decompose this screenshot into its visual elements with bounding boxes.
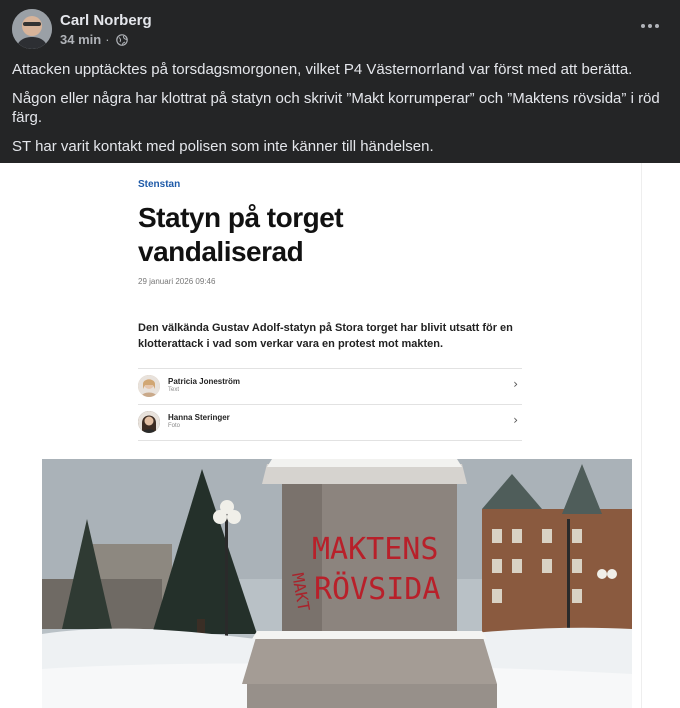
- globe-icon: [115, 33, 128, 46]
- chevron-right-icon: ›: [513, 413, 518, 427]
- headline-line: Statyn på torget: [138, 202, 344, 233]
- article-date: 29 januari 2026 09:46: [138, 277, 216, 286]
- graffiti-rovsida: RÖVSIDA: [314, 571, 440, 607]
- image-edge: [641, 163, 642, 708]
- post-header: Carl Norberg 34 min ·: [0, 0, 680, 58]
- more-options-icon: [641, 24, 645, 28]
- byline-avatar: [138, 375, 160, 397]
- byline-row: Patricia Joneström Text ›: [138, 368, 522, 402]
- statue-photo: MAKTENS RÖVSIDA MAKT: [42, 459, 632, 708]
- post-meta: 34 min ·: [60, 32, 128, 47]
- post-paragraph: Attacken upptäcktes på torsdagsmorgonen,…: [12, 61, 633, 78]
- post-image[interactable]: Stenstan Statyn på torget vandaliserad 2…: [0, 163, 680, 708]
- post-text: Attacken upptäcktes på torsdagsmorgonen,…: [12, 60, 668, 166]
- post-time[interactable]: 34 min: [60, 32, 101, 47]
- byline-row: Hanna Steringer Foto ›: [138, 404, 522, 441]
- graffiti-maktens: MAKTENS: [312, 532, 438, 567]
- byline-name: Patricia Joneström: [168, 377, 241, 386]
- post-paragraph: ST har varit kontakt med polisen som int…: [12, 138, 434, 155]
- author-name[interactable]: Carl Norberg: [60, 12, 152, 29]
- meta-separator: ·: [105, 32, 110, 47]
- post-paragraph: Någon eller några har klottrat på statyn…: [12, 90, 660, 126]
- more-options-button[interactable]: [636, 14, 664, 38]
- article-kicker: Stenstan: [138, 179, 181, 190]
- headline-line: vandaliserad: [138, 236, 304, 267]
- article-lead: Den välkända Gustav Adolf-statyn på Stor…: [138, 322, 513, 350]
- avatar-image: [12, 9, 52, 49]
- byline-avatar: [138, 411, 160, 433]
- chevron-right-icon: ›: [513, 377, 518, 391]
- statue-photo-scene: MAKTENS RÖVSIDA MAKT: [42, 459, 632, 708]
- byline-role: Text: [168, 387, 180, 393]
- byline-name: Hanna Steringer: [168, 413, 230, 422]
- article-headline: Statyn på torget vandaliserad: [138, 201, 438, 269]
- byline-role: Foto: [168, 423, 181, 429]
- more-options-dot: [655, 24, 659, 28]
- more-options-dot: [648, 24, 652, 28]
- author-avatar[interactable]: [12, 9, 52, 49]
